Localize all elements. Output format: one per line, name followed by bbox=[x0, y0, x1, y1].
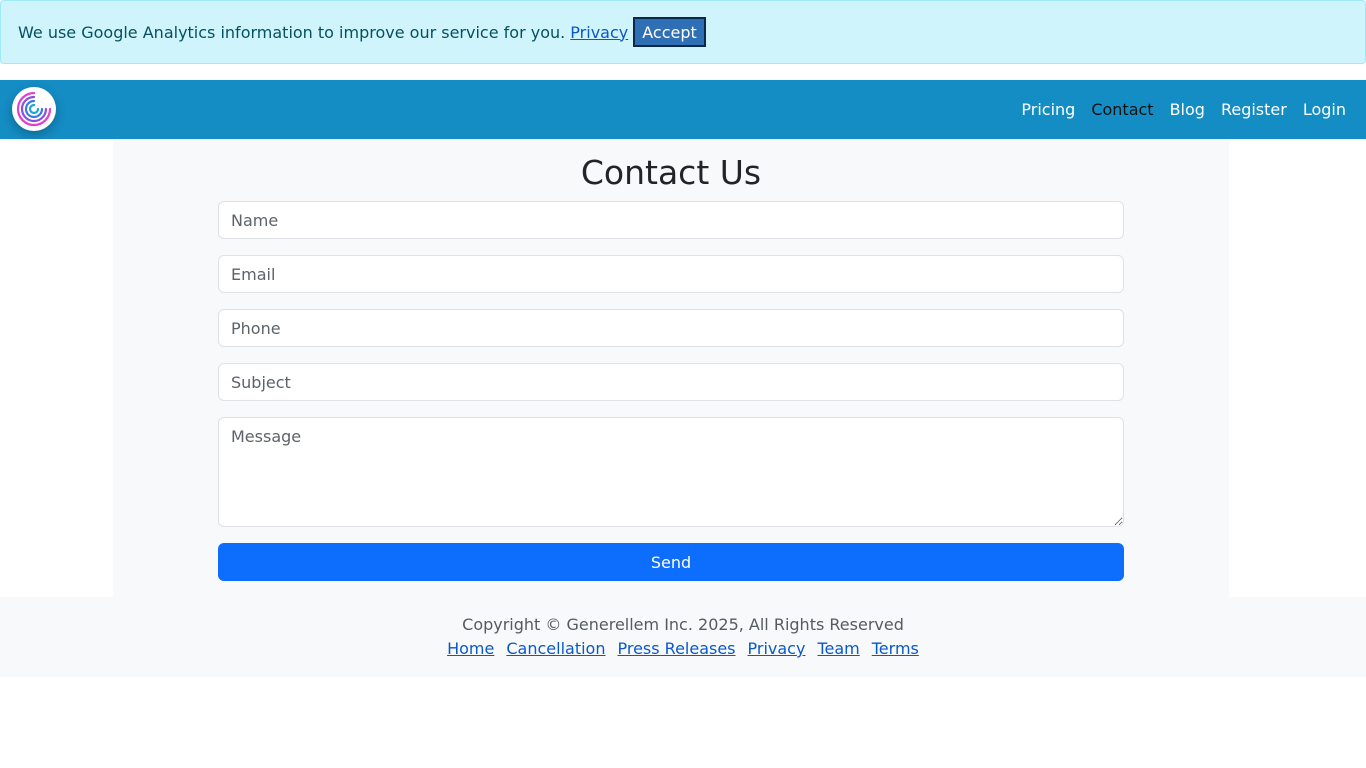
footer-link-press-releases[interactable]: Press Releases bbox=[617, 639, 735, 658]
nav-register[interactable]: Register bbox=[1221, 100, 1287, 119]
cookie-message: We use Google Analytics information to i… bbox=[18, 22, 571, 42]
nav-pricing[interactable]: Pricing bbox=[1021, 100, 1075, 119]
nav-blog[interactable]: Blog bbox=[1170, 100, 1205, 119]
send-button[interactable]: Send bbox=[218, 543, 1124, 581]
nav-links: Pricing Contact Blog Register Login bbox=[1021, 80, 1346, 139]
accept-button[interactable]: Accept bbox=[633, 17, 706, 47]
spiral-logo-icon[interactable] bbox=[12, 87, 56, 131]
nav-contact[interactable]: Contact bbox=[1091, 100, 1153, 119]
footer-link-terms[interactable]: Terms bbox=[872, 639, 919, 658]
navbar: Pricing Contact Blog Register Login bbox=[0, 80, 1366, 139]
footer-link-team[interactable]: Team bbox=[817, 639, 859, 658]
cookie-privacy-link[interactable]: Privacy bbox=[570, 23, 628, 42]
page-title: Contact Us bbox=[580, 153, 762, 192]
message-textarea[interactable] bbox=[218, 417, 1124, 527]
name-input[interactable] bbox=[218, 201, 1124, 239]
footer-link-home[interactable]: Home bbox=[447, 639, 494, 658]
subject-input[interactable] bbox=[218, 363, 1124, 401]
cookie-banner: We use Google Analytics information to i… bbox=[0, 0, 1366, 64]
nav-login[interactable]: Login bbox=[1303, 100, 1346, 119]
footer-links: Home Cancellation Press Releases Privacy… bbox=[0, 639, 1366, 658]
email-input[interactable] bbox=[218, 255, 1124, 293]
copyright-text: Copyright © Generellem Inc. 2025, All Ri… bbox=[462, 615, 904, 634]
footer-link-cancellation[interactable]: Cancellation bbox=[506, 639, 605, 658]
phone-input[interactable] bbox=[218, 309, 1124, 347]
contact-section: Contact Us Send bbox=[113, 139, 1229, 597]
footer: Copyright © Generellem Inc. 2025, All Ri… bbox=[0, 597, 1366, 677]
footer-link-privacy[interactable]: Privacy bbox=[748, 639, 806, 658]
